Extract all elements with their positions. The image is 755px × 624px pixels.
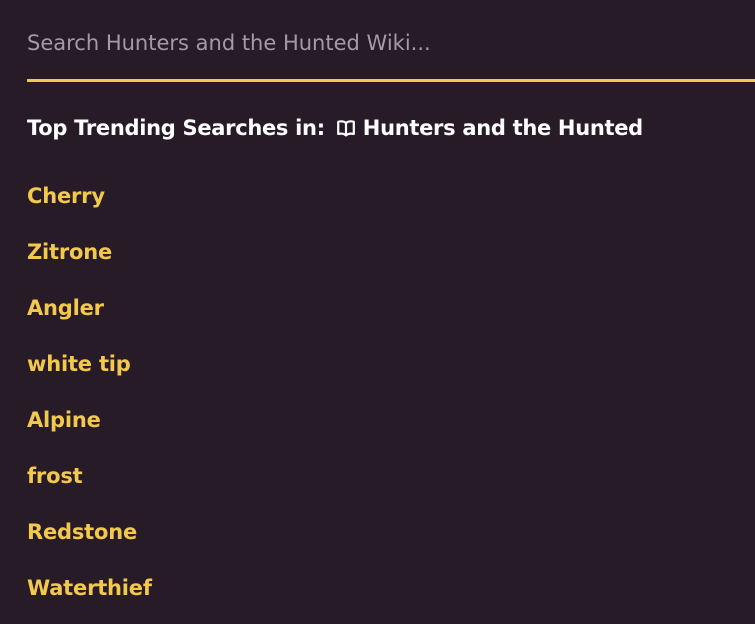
trending-link-white-tip[interactable]: white tip	[27, 344, 131, 384]
trending-link-frost[interactable]: frost	[27, 456, 83, 496]
trending-link-redstone[interactable]: Redstone	[27, 512, 137, 552]
list-item: Zitrone	[27, 232, 152, 288]
trending-link-cherry[interactable]: Cherry	[27, 176, 105, 216]
book-icon	[336, 120, 355, 137]
list-item: Alpine	[27, 400, 152, 456]
trending-link-waterthief[interactable]: Waterthief	[27, 568, 152, 608]
list-item: Redstone	[27, 512, 152, 568]
trending-link-zitrone[interactable]: Zitrone	[27, 232, 112, 272]
search-bar	[27, 22, 755, 82]
list-item: Waterthief	[27, 568, 152, 624]
trending-list: Cherry Zitrone Angler white tip Alpine f…	[27, 176, 152, 624]
list-item: Angler	[27, 288, 152, 344]
trending-link-angler[interactable]: Angler	[27, 288, 104, 328]
list-item: white tip	[27, 344, 152, 400]
trending-wiki-name: Hunters and the Hunted	[362, 116, 643, 140]
trending-prefix: Top Trending Searches in:	[27, 116, 325, 140]
list-item: frost	[27, 456, 152, 512]
trending-link-alpine[interactable]: Alpine	[27, 400, 101, 440]
trending-header: Top Trending Searches in: Hunters and th…	[27, 116, 643, 140]
list-item: Cherry	[27, 176, 152, 232]
search-input[interactable]	[27, 22, 755, 64]
